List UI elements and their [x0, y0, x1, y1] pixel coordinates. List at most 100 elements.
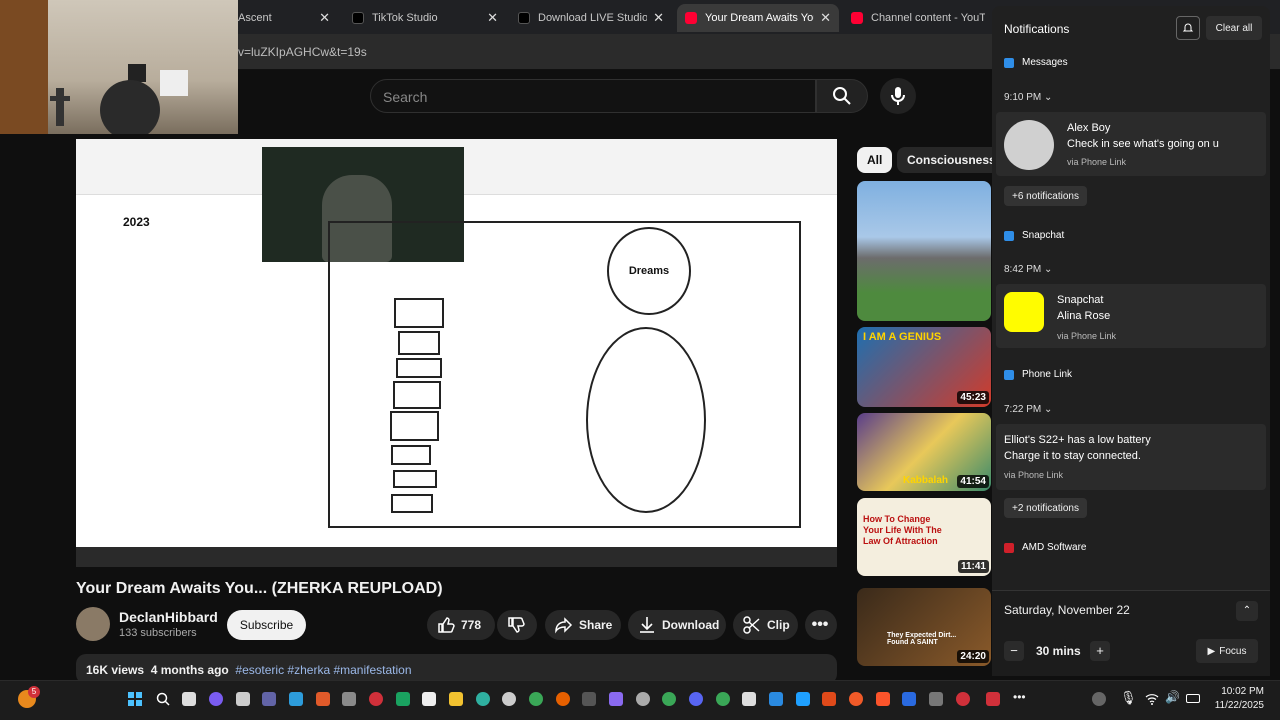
tiktok-icon [352, 12, 364, 24]
app-icon[interactable] [956, 692, 970, 706]
microphone-icon[interactable]: 🎙 [1120, 690, 1137, 706]
app-icon[interactable] [929, 692, 943, 706]
app-icon[interactable] [342, 692, 356, 706]
app-icon[interactable] [236, 692, 250, 706]
brave-icon[interactable] [876, 692, 890, 706]
app-icon[interactable] [742, 692, 756, 706]
recommendation-thumbnail[interactable]: How To Change Your Life With The Law Of … [857, 498, 991, 576]
discord-icon[interactable] [689, 692, 703, 706]
notif-via: via Phone Link [1057, 331, 1117, 341]
chrome-icon[interactable] [662, 692, 676, 706]
browser-tab[interactable]: Download LIVE Studio | ✕ [510, 4, 672, 32]
app-icon[interactable] [822, 692, 836, 706]
chip-all[interactable]: All [857, 147, 893, 173]
search-input[interactable]: Search [370, 79, 816, 113]
app-icon[interactable] [609, 692, 623, 706]
browser-tab-active[interactable]: Your Dream Awaits You. ✕ [677, 4, 839, 32]
download-button[interactable]: Download [628, 610, 726, 640]
chevron-up-icon[interactable]: ⌃ [1236, 601, 1258, 621]
browser-tab[interactable]: TikTok Studio ✕ [344, 4, 506, 32]
notification-card[interactable]: Snapchat Alina Rose via Phone Link [996, 284, 1266, 348]
close-icon[interactable]: ✕ [319, 10, 330, 26]
notif-time[interactable]: 9:10 PM ⌄ [1004, 92, 1052, 103]
windows-start-icon[interactable] [128, 692, 142, 706]
app-icon[interactable] [209, 692, 223, 706]
voice-search-button[interactable] [880, 78, 916, 114]
channel-name[interactable]: DeclanHibbard [119, 609, 218, 625]
clock-date[interactable]: 11/22/2025 [1208, 700, 1264, 711]
tray-app-icon[interactable] [1092, 692, 1106, 706]
drawn-rectangle [393, 381, 441, 409]
app-icon[interactable] [316, 692, 330, 706]
notif-body: Alina Rose [1057, 310, 1111, 322]
taskbar-search-icon[interactable] [156, 692, 170, 711]
task-view-icon[interactable] [182, 692, 196, 706]
more-horizontal-icon[interactable]: ••• [1013, 690, 1026, 704]
clock-time[interactable]: 10:02 PM [1212, 686, 1264, 697]
teams-icon[interactable] [262, 692, 276, 706]
browser-tab[interactable]: Channel content - YouT [843, 4, 993, 32]
recommendation-thumbnail[interactable]: I AM A GENIUS 45:23 [857, 327, 991, 407]
video-duration: 11:41 [957, 560, 989, 573]
chip-consciousness[interactable]: Consciousness [897, 147, 1006, 173]
tab-label: Ascent [238, 12, 272, 24]
recommendation-thumbnail[interactable] [857, 181, 991, 321]
dislike-button[interactable] [497, 610, 537, 640]
edge-icon[interactable] [476, 692, 490, 706]
notif-time[interactable]: 8:42 PM ⌄ [1004, 264, 1052, 275]
more-actions-button[interactable]: ••• [805, 610, 837, 640]
browser-tab[interactable]: Ascent ✕ [230, 4, 338, 32]
app-icon[interactable] [396, 692, 410, 706]
channel-avatar[interactable] [76, 607, 110, 641]
file-explorer-icon[interactable] [449, 692, 463, 706]
app-icon[interactable] [796, 692, 810, 706]
app-icon[interactable] [422, 692, 436, 706]
video-player[interactable]: 2023 Dreams [76, 139, 837, 567]
notif-app-name: AMD Software [1022, 542, 1087, 553]
tiktok-live-icon[interactable] [986, 692, 1000, 706]
app-icon[interactable] [289, 692, 303, 706]
focus-label: Focus [1219, 645, 1247, 657]
focus-button[interactable]: ▶ Focus [1196, 639, 1258, 663]
clear-all-button[interactable]: Clear all [1206, 16, 1262, 40]
app-icon[interactable] [502, 692, 516, 706]
battery-icon[interactable] [1186, 694, 1200, 703]
app-icon[interactable] [849, 692, 863, 706]
notification-card[interactable]: Alex Boy Check in see what's going on u … [996, 112, 1266, 176]
notif-body: Charge it to stay connected. [1004, 450, 1141, 462]
more-notifications-button[interactable]: +6 notifications [1004, 186, 1087, 206]
app-icon[interactable] [769, 692, 783, 706]
decrease-focus-button[interactable]: − [1004, 641, 1024, 661]
close-icon[interactable]: ✕ [487, 10, 498, 26]
messages-app-icon [1004, 57, 1014, 68]
wifi-icon[interactable] [1145, 692, 1159, 710]
volume-icon[interactable]: 🔊 [1165, 690, 1180, 704]
chrome-icon[interactable] [529, 692, 543, 706]
like-button[interactable]: 778 [427, 610, 495, 640]
notif-time-label: 8:42 PM [1004, 264, 1042, 275]
app-icon[interactable] [369, 692, 383, 706]
youtube-icon [851, 12, 863, 24]
close-icon[interactable]: ✕ [653, 10, 664, 26]
clip-button[interactable]: Clip [733, 610, 798, 640]
recommendation-thumbnail[interactable]: Kabbalah 41:54 [857, 413, 991, 491]
do-not-disturb-button[interactable] [1176, 16, 1200, 40]
url-text[interactable]: v=luZKIpAGHCw&t=19s [238, 45, 367, 59]
more-notifications-button[interactable]: +2 notifications [1004, 498, 1087, 518]
app-icon[interactable] [636, 692, 650, 706]
download-label: Download [662, 618, 720, 632]
terminal-icon[interactable] [582, 692, 596, 706]
app-icon[interactable] [902, 692, 916, 706]
notif-time[interactable]: 7:22 PM ⌄ [1004, 404, 1052, 415]
increase-focus-button[interactable]: + [1090, 641, 1110, 661]
close-icon[interactable]: ✕ [820, 10, 831, 26]
search-button[interactable] [816, 79, 868, 113]
wall-paper [160, 70, 188, 96]
recommendation-thumbnail[interactable]: They Expected Dirt... Found A SAINT 24:2… [857, 588, 991, 666]
hashtags[interactable]: #esoteric #zherka #manifestation [235, 663, 411, 677]
firefox-icon[interactable] [556, 692, 570, 706]
share-button[interactable]: Share [545, 610, 621, 640]
subscribe-button[interactable]: Subscribe [227, 610, 306, 640]
chrome-icon[interactable] [716, 692, 730, 706]
notification-card[interactable]: Elliot's S22+ has a low battery Charge i… [996, 424, 1266, 490]
